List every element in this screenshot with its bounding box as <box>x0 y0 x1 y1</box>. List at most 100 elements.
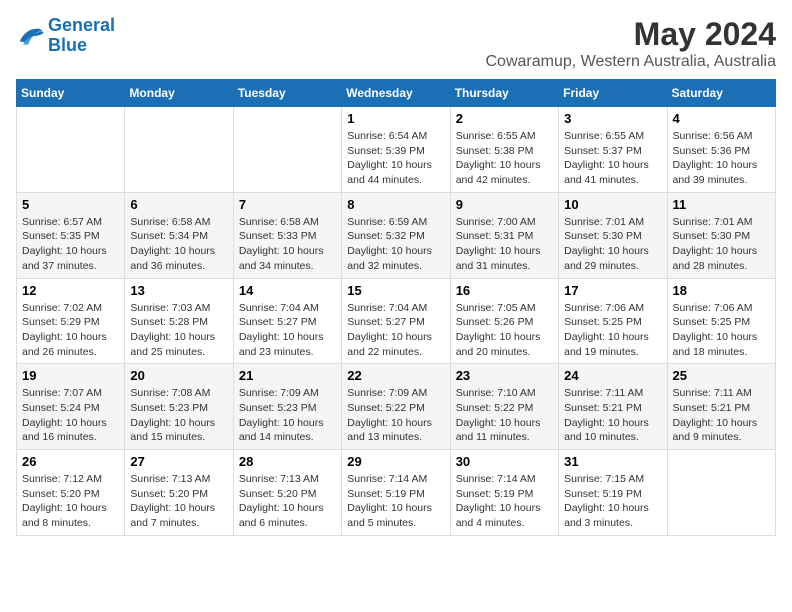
calendar-week-row: 12 Sunrise: 7:02 AM Sunset: 5:29 PM Dayli… <box>17 278 776 364</box>
day-cell-20: 20 Sunrise: 7:08 AM Sunset: 5:23 PM Dayli… <box>125 364 233 450</box>
day-cell-1: 1Sunrise: 6:54 AM Sunset: 5:39 PM Daylig… <box>342 107 450 193</box>
day-cell-19: 19 Sunrise: 7:07 AM Sunset: 5:24 PM Dayli… <box>17 364 125 450</box>
empty-cell <box>125 107 233 193</box>
day-info: Sunrise: 7:15 AM Sunset: 5:19 PM Dayligh… <box>564 472 661 531</box>
day-cell-11: 11 Sunrise: 7:01 AM Sunset: 5:30 PM Dayli… <box>667 192 775 278</box>
day-info: Sunrise: 7:14 AM Sunset: 5:19 PM Dayligh… <box>456 472 553 531</box>
day-header-friday: Friday <box>559 80 667 107</box>
day-cell-4: 4Sunrise: 6:56 AM Sunset: 5:36 PM Daylig… <box>667 107 775 193</box>
logo-line1: General <box>48 15 115 35</box>
day-cell-27: 27Sunrise: 7:13 AM Sunset: 5:20 PM Dayli… <box>125 450 233 536</box>
calendar-week-row: 19 Sunrise: 7:07 AM Sunset: 5:24 PM Dayli… <box>17 364 776 450</box>
day-number: 23 <box>456 368 553 383</box>
day-info: Sunrise: 7:12 AM Sunset: 5:20 PM Dayligh… <box>22 472 119 531</box>
day-info: Sunrise: 7:07 AM Sunset: 5:24 PM Dayligh… <box>22 386 119 445</box>
day-number: 16 <box>456 283 553 298</box>
day-number: 29 <box>347 454 444 469</box>
day-number: 28 <box>239 454 336 469</box>
day-cell-10: 10 Sunrise: 7:01 AM Sunset: 5:30 PM Dayli… <box>559 192 667 278</box>
calendar-week-row: 1Sunrise: 6:54 AM Sunset: 5:39 PM Daylig… <box>17 107 776 193</box>
page-header: General Blue May 2024 Cowaramup, Western… <box>16 16 776 71</box>
day-cell-30: 30 Sunrise: 7:14 AM Sunset: 5:19 PM Dayli… <box>450 450 558 536</box>
month-title: May 2024 <box>486 16 777 53</box>
day-number: 25 <box>673 368 770 383</box>
day-info: Sunrise: 7:00 AM Sunset: 5:31 PM Dayligh… <box>456 215 553 274</box>
day-number: 9 <box>456 197 553 212</box>
day-header-monday: Monday <box>125 80 233 107</box>
day-number: 14 <box>239 283 336 298</box>
day-cell-22: 22 Sunrise: 7:09 AM Sunset: 5:22 PM Dayli… <box>342 364 450 450</box>
day-info: Sunrise: 6:59 AM Sunset: 5:32 PM Dayligh… <box>347 215 444 274</box>
day-number: 22 <box>347 368 444 383</box>
day-info: Sunrise: 7:08 AM Sunset: 5:23 PM Dayligh… <box>130 386 227 445</box>
day-header-wednesday: Wednesday <box>342 80 450 107</box>
day-header-sunday: Sunday <box>17 80 125 107</box>
calendar-week-row: 26 Sunrise: 7:12 AM Sunset: 5:20 PM Dayli… <box>17 450 776 536</box>
day-number: 18 <box>673 283 770 298</box>
day-info: Sunrise: 7:13 AM Sunset: 5:20 PM Dayligh… <box>239 472 336 531</box>
day-number: 12 <box>22 283 119 298</box>
location-subtitle: Cowaramup, Western Australia, Australia <box>486 53 777 71</box>
day-info: Sunrise: 6:55 AM Sunset: 5:38 PM Dayligh… <box>456 129 553 188</box>
day-info: Sunrise: 7:05 AM Sunset: 5:26 PM Dayligh… <box>456 301 553 360</box>
empty-cell <box>17 107 125 193</box>
empty-cell <box>233 107 341 193</box>
day-cell-24: 24Sunrise: 7:11 AM Sunset: 5:21 PM Dayli… <box>559 364 667 450</box>
calendar-header-row: SundayMondayTuesdayWednesdayThursdayFrid… <box>17 80 776 107</box>
day-number: 26 <box>22 454 119 469</box>
day-cell-3: 3Sunrise: 6:55 AM Sunset: 5:37 PM Daylig… <box>559 107 667 193</box>
day-cell-16: 16 Sunrise: 7:05 AM Sunset: 5:26 PM Dayli… <box>450 278 558 364</box>
day-info: Sunrise: 7:01 AM Sunset: 5:30 PM Dayligh… <box>564 215 661 274</box>
day-info: Sunrise: 7:10 AM Sunset: 5:22 PM Dayligh… <box>456 386 553 445</box>
day-cell-23: 23 Sunrise: 7:10 AM Sunset: 5:22 PM Dayli… <box>450 364 558 450</box>
day-number: 20 <box>130 368 227 383</box>
day-cell-26: 26 Sunrise: 7:12 AM Sunset: 5:20 PM Dayli… <box>17 450 125 536</box>
day-info: Sunrise: 7:01 AM Sunset: 5:30 PM Dayligh… <box>673 215 770 274</box>
day-cell-29: 29 Sunrise: 7:14 AM Sunset: 5:19 PM Dayli… <box>342 450 450 536</box>
day-cell-13: 13Sunrise: 7:03 AM Sunset: 5:28 PM Dayli… <box>125 278 233 364</box>
day-cell-5: 5 Sunrise: 6:57 AM Sunset: 5:35 PM Daylig… <box>17 192 125 278</box>
day-info: Sunrise: 7:11 AM Sunset: 5:21 PM Dayligh… <box>564 386 661 445</box>
day-cell-25: 25 Sunrise: 7:11 AM Sunset: 5:21 PM Dayli… <box>667 364 775 450</box>
day-number: 5 <box>22 197 119 212</box>
day-cell-2: 2 Sunrise: 6:55 AM Sunset: 5:38 PM Daylig… <box>450 107 558 193</box>
day-number: 27 <box>130 454 227 469</box>
day-number: 15 <box>347 283 444 298</box>
day-info: Sunrise: 7:03 AM Sunset: 5:28 PM Dayligh… <box>130 301 227 360</box>
logo-icon <box>16 24 44 48</box>
day-info: Sunrise: 7:09 AM Sunset: 5:22 PM Dayligh… <box>347 386 444 445</box>
day-number: 7 <box>239 197 336 212</box>
day-number: 3 <box>564 111 661 126</box>
day-cell-8: 8 Sunrise: 6:59 AM Sunset: 5:32 PM Daylig… <box>342 192 450 278</box>
day-info: Sunrise: 7:09 AM Sunset: 5:23 PM Dayligh… <box>239 386 336 445</box>
day-info: Sunrise: 7:06 AM Sunset: 5:25 PM Dayligh… <box>564 301 661 360</box>
day-cell-9: 9 Sunrise: 7:00 AM Sunset: 5:31 PM Daylig… <box>450 192 558 278</box>
day-cell-21: 21Sunrise: 7:09 AM Sunset: 5:23 PM Dayli… <box>233 364 341 450</box>
day-number: 10 <box>564 197 661 212</box>
day-cell-17: 17 Sunrise: 7:06 AM Sunset: 5:25 PM Dayli… <box>559 278 667 364</box>
day-number: 1 <box>347 111 444 126</box>
day-header-thursday: Thursday <box>450 80 558 107</box>
logo: General Blue <box>16 16 115 56</box>
day-number: 6 <box>130 197 227 212</box>
day-info: Sunrise: 7:02 AM Sunset: 5:29 PM Dayligh… <box>22 301 119 360</box>
day-info: Sunrise: 6:58 AM Sunset: 5:33 PM Dayligh… <box>239 215 336 274</box>
day-cell-28: 28 Sunrise: 7:13 AM Sunset: 5:20 PM Dayli… <box>233 450 341 536</box>
day-info: Sunrise: 7:11 AM Sunset: 5:21 PM Dayligh… <box>673 386 770 445</box>
day-number: 2 <box>456 111 553 126</box>
day-number: 8 <box>347 197 444 212</box>
day-info: Sunrise: 7:06 AM Sunset: 5:25 PM Dayligh… <box>673 301 770 360</box>
day-info: Sunrise: 6:57 AM Sunset: 5:35 PM Dayligh… <box>22 215 119 274</box>
day-info: Sunrise: 7:14 AM Sunset: 5:19 PM Dayligh… <box>347 472 444 531</box>
day-number: 30 <box>456 454 553 469</box>
day-cell-12: 12 Sunrise: 7:02 AM Sunset: 5:29 PM Dayli… <box>17 278 125 364</box>
day-cell-31: 31Sunrise: 7:15 AM Sunset: 5:19 PM Dayli… <box>559 450 667 536</box>
day-number: 19 <box>22 368 119 383</box>
day-number: 11 <box>673 197 770 212</box>
day-info: Sunrise: 7:04 AM Sunset: 5:27 PM Dayligh… <box>239 301 336 360</box>
logo-line2: Blue <box>48 35 87 55</box>
day-number: 17 <box>564 283 661 298</box>
day-header-saturday: Saturday <box>667 80 775 107</box>
day-cell-15: 15Sunrise: 7:04 AM Sunset: 5:27 PM Dayli… <box>342 278 450 364</box>
day-number: 4 <box>673 111 770 126</box>
